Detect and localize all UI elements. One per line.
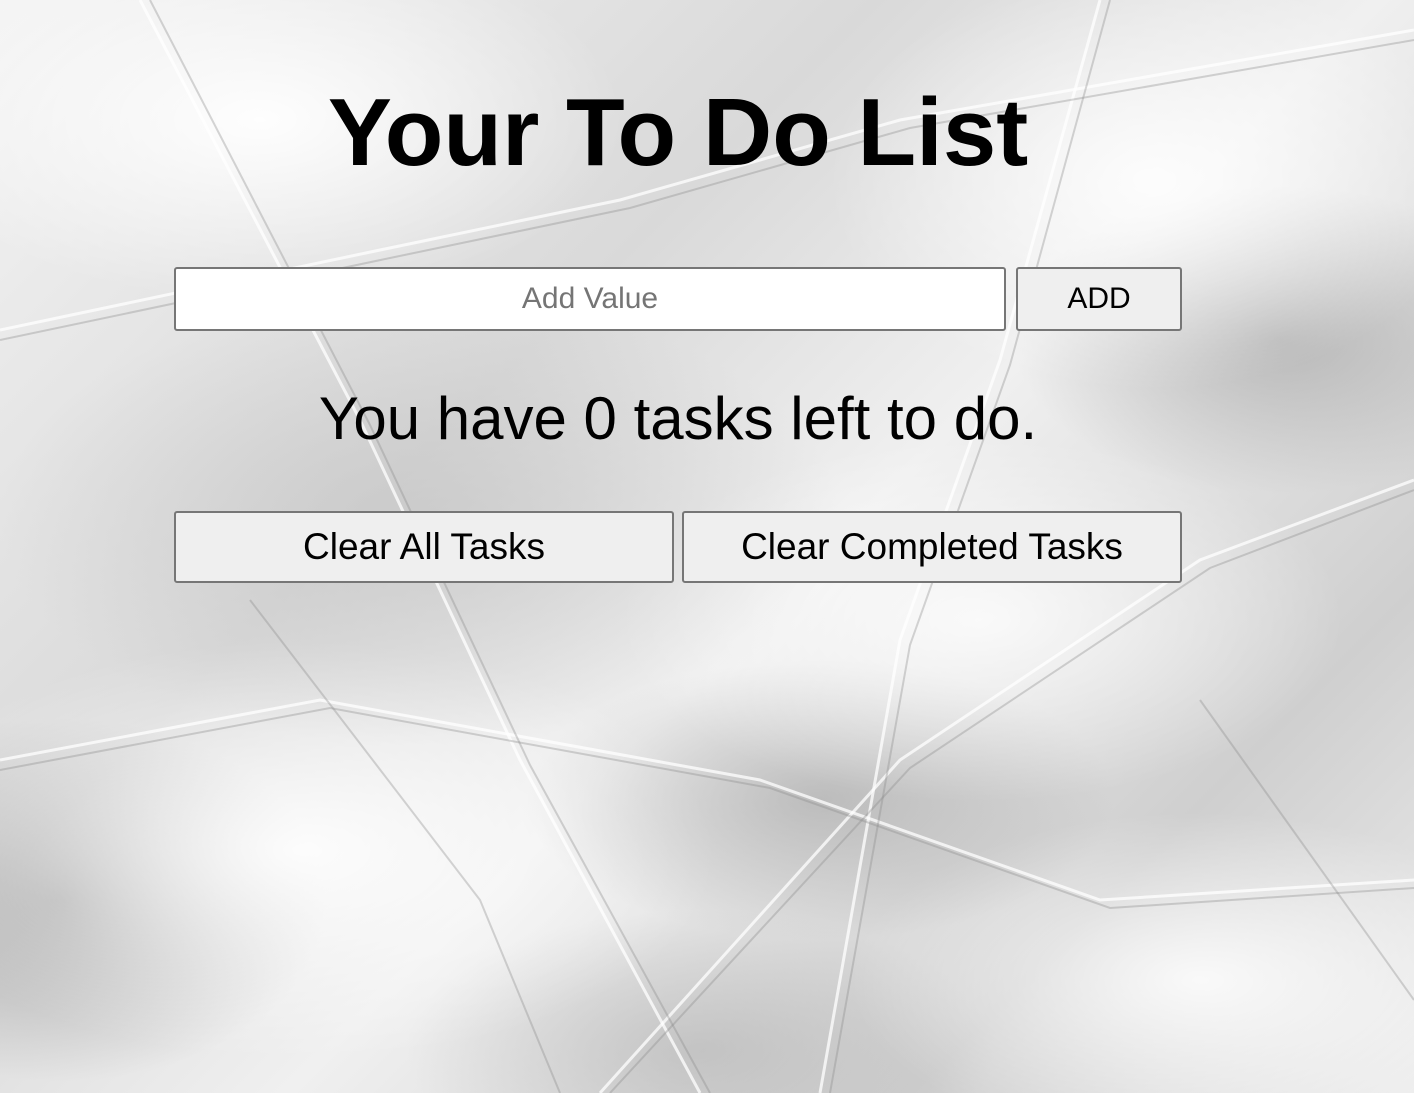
clear-completed-tasks-button[interactable]: Clear Completed Tasks bbox=[682, 511, 1182, 583]
page-title: Your To Do List bbox=[327, 79, 1029, 186]
clear-all-tasks-button[interactable]: Clear All Tasks bbox=[174, 511, 674, 583]
add-button[interactable]: ADD bbox=[1016, 267, 1182, 331]
add-value-input[interactable] bbox=[174, 267, 1006, 331]
tasks-left-status: You have 0 tasks left to do. bbox=[318, 385, 1038, 452]
